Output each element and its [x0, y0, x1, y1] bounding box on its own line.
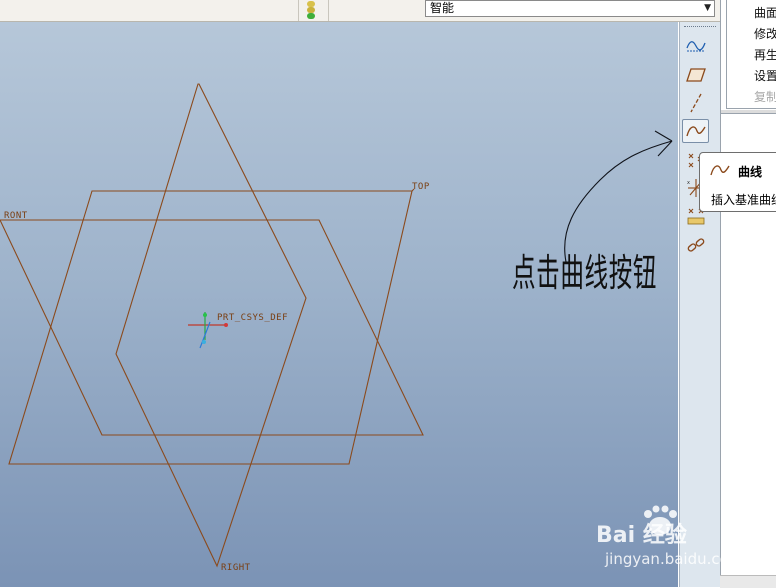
menu-item-surface[interactable]: 曲面 [754, 4, 776, 21]
top-plane-label: TOP [412, 182, 430, 192]
menu-manager-panel: 曲面 修改 再生 设置 复制 [720, 0, 776, 587]
annotation-text: 点击曲线按钮 [512, 251, 658, 295]
watermark-brand: Bai 经验 [596, 523, 687, 548]
datum-plane-icon [685, 68, 706, 82]
datum-axis-tool-button[interactable] [682, 91, 709, 115]
menu-item-setup[interactable]: 设置 [754, 67, 776, 84]
menu-manager: 曲面 修改 再生 设置 复制 [726, 0, 776, 109]
chevron-down-icon[interactable]: ▼ [704, 1, 711, 16]
datum-plane-tool-button[interactable] [682, 63, 709, 87]
sketch-curve-icon [685, 41, 706, 52]
tooltip-description: 插入基准曲线 [711, 193, 776, 207]
datum-geometry [0, 83, 673, 568]
curve-tooltip: 曲线 插入基准曲线 [699, 152, 776, 212]
front-datum-plane [0, 219, 424, 436]
front-plane-label: RONT [4, 211, 28, 221]
panel-divider [721, 110, 776, 114]
horizontal-scrollbar[interactable] [720, 575, 776, 588]
tooltip-title: 曲线 [738, 165, 763, 179]
chain-tool-button[interactable] [682, 233, 709, 257]
right-plane-label: RIGHT [221, 563, 251, 573]
watermark-url: jingyan.baidu.com [605, 550, 744, 568]
menu-item-regenerate[interactable]: 再生 [754, 46, 776, 63]
curve-icon [685, 126, 706, 137]
status-light-icon[interactable] [306, 0, 316, 20]
chain-link-icon [687, 238, 704, 252]
svg-text:x: x [687, 180, 690, 186]
top-toolbar: 智能 ▼ [0, 0, 723, 22]
datum-curve-tool-button[interactable] [682, 119, 709, 143]
datum-axis-icon [689, 93, 702, 113]
top-datum-plane [8, 190, 413, 465]
toolbar-separator [298, 0, 299, 21]
sketch-curve-tool-button[interactable] [682, 34, 709, 58]
graphics-viewport[interactable]: RONT TOP RIGHT PRT_CSYS_DEF 点击曲线按钮 [0, 22, 678, 587]
menu-item-modify[interactable]: 修改 [754, 25, 776, 42]
selection-filter-select[interactable]: 智能 ▼ [425, 0, 715, 17]
toolbar-grip[interactable] [684, 26, 716, 29]
csys-label: PRT_CSYS_DEF [217, 313, 289, 323]
curve-icon [710, 165, 730, 176]
menu-item-copy: 复制 [754, 90, 776, 104]
toolbar-separator [328, 0, 329, 21]
selection-filter-value: 智能 [430, 1, 455, 15]
